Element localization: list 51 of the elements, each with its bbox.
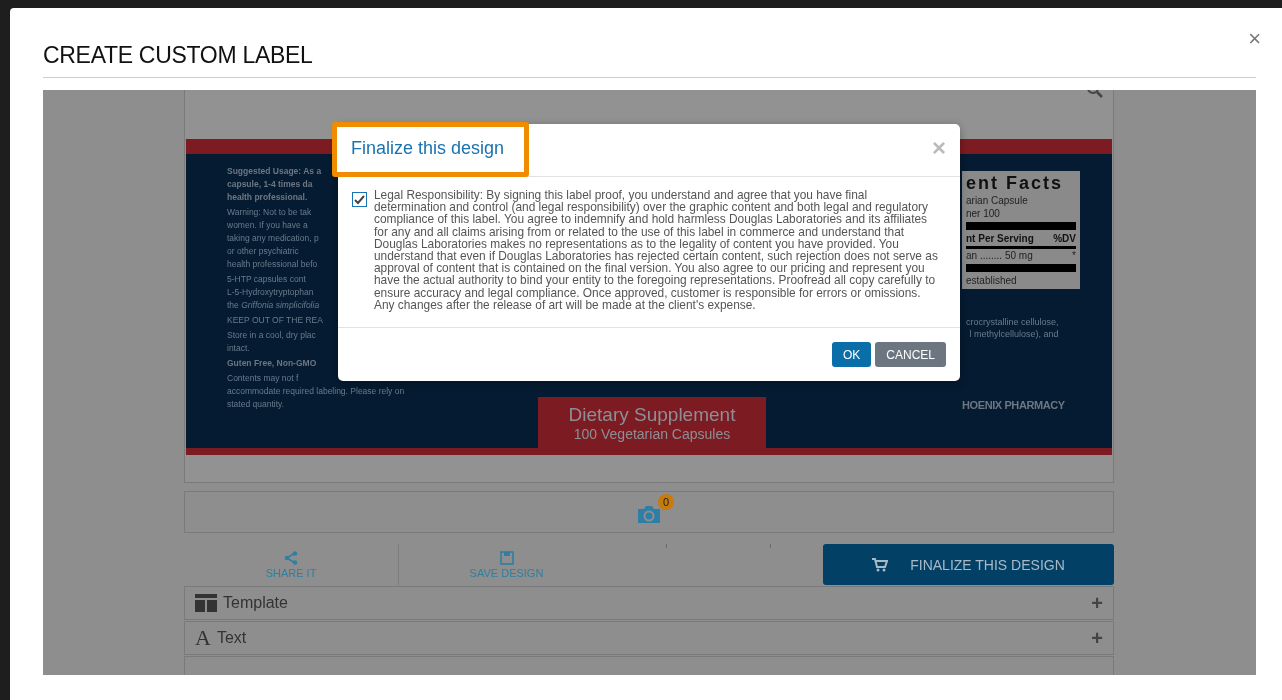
cancel-button[interactable]: CANCEL — [875, 342, 946, 368]
facts-text: an ........ 50 mg — [966, 249, 1033, 262]
label-text: l methylcellulose), and — [969, 328, 1059, 341]
label-text: capsule, 1-4 times da — [227, 179, 313, 191]
label-text: health professional. — [227, 191, 308, 204]
label-text: the Griffonia simplicifolia — [227, 299, 320, 312]
agreement-checkbox[interactable] — [352, 192, 367, 207]
facts-text: established — [966, 274, 1018, 287]
label-text: or other psychiatric — [227, 245, 299, 258]
expand-icon[interactable]: + — [1091, 626, 1103, 650]
facts-header: %DV — [1053, 232, 1076, 246]
dialog-title: Finalize this design — [332, 122, 530, 177]
page-title: CREATE CUSTOM LABEL — [43, 42, 313, 69]
product-count: 100 Vegetarian Capsules — [573, 425, 731, 442]
pharmacy-name: HOENIX PHARMACY — [962, 399, 1065, 411]
label-text: L-5-Hydroxytryptophan — [227, 286, 314, 299]
template-icon — [195, 594, 217, 612]
label-text: intact. — [227, 342, 250, 355]
section-label: Text — [216, 629, 247, 647]
label-text: 5-HTP capsules cont — [227, 273, 306, 286]
product-name: Dietary Supplement — [568, 403, 736, 426]
facts-text: arian Capsule — [966, 194, 1029, 207]
label-text: Suggested Usage: As a — [227, 166, 322, 178]
label-text: crocrystalline cellulose, — [966, 317, 1059, 329]
accordion-section[interactable]: A Text + — [184, 621, 1114, 655]
ok-button[interactable]: OK — [831, 342, 872, 368]
expand-icon[interactable]: + — [1091, 591, 1103, 615]
facts-text: * — [1072, 249, 1076, 262]
search-icon[interactable] — [1087, 90, 1103, 100]
label-text: KEEP OUT OF THE REA — [227, 314, 323, 327]
label-text: Guten Free, Non-GMO — [227, 357, 317, 370]
finalize-design-button[interactable]: FINALIZE THIS DESIGN — [823, 544, 1114, 585]
share-icon — [284, 550, 298, 565]
section-label: Template — [223, 594, 288, 612]
close-button[interactable]: × — [1248, 26, 1261, 52]
label-text: Store in a cool, dry plac — [227, 329, 316, 342]
label-text: accommodate required labeling. Please rely on — [227, 385, 405, 398]
facts-title: ent Facts — [966, 173, 1065, 194]
label-text: Warning: Not to be tak — [227, 206, 312, 219]
label-text: health professional befo — [227, 258, 318, 271]
accordion-section[interactable]: Template + — [184, 586, 1114, 620]
cart-icon — [872, 557, 889, 572]
facts-text: ner 100 — [966, 207, 1001, 220]
label-text: stated quantity. — [227, 398, 285, 411]
text-icon: A — [195, 625, 211, 651]
label-text: Contents may not f — [227, 372, 299, 385]
label-text: women. If you have a — [227, 219, 308, 232]
legal-text: Legal Responsibility: By signing this label proof, you understand and agree that you have final determination and control (and legal responsibility) over the graphic content and both legal and regulatory compliance of this label. You agree to indemnify and hold harmless Douglas Laboratories and its affiliates for any and all claims arising from or related to the use of this label in commerce and understand that Douglas Laboratories makes no representations as to the legality of content you have provided. You understand that even if Douglas Laboratories has rejected certain content, such rejection does not serve as approval of content that is contained on the final version. You also agree to our pricing and represent you have the actual authority to bind your entity to the foregoing representations. Proofread all copy carefully to ensure accuracy and legal compliance. Once approved, customer is responsible for errors or omissions. Any changes after the release of art will be made at the client's expense. — [374, 189, 938, 312]
photo-count-badge: 0 — [658, 494, 674, 510]
label-text: taking any medication, p — [227, 232, 319, 245]
facts-header: nt Per Serving — [966, 232, 1034, 246]
